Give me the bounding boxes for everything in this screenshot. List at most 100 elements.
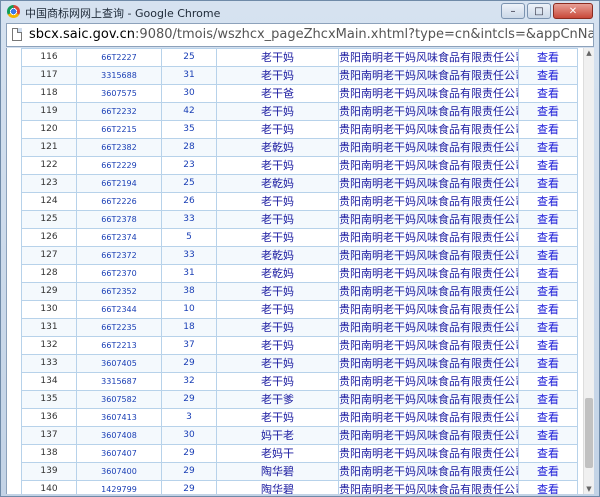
registration-number: 66T2213	[76, 336, 162, 355]
applicant-name: 贵阳南明老干妈风味食品有限责任公司	[338, 228, 519, 247]
table-row: 126 66T2374 5 老干妈 贵阳南明老干妈风味食品有限责任公司 查看	[21, 228, 578, 247]
view-link[interactable]: 查看	[518, 138, 578, 157]
view-link[interactable]: 查看	[518, 228, 578, 247]
view-link[interactable]: 查看	[518, 174, 578, 193]
view-link[interactable]: 查看	[518, 48, 578, 67]
row-number: 131	[21, 318, 77, 337]
applicant-name: 贵阳南明老干妈风味食品有限责任公司	[338, 336, 519, 355]
applicant-name: 贵阳南明老干妈风味食品有限责任公司	[338, 354, 519, 373]
applicant-name: 贵阳南明老干妈风味食品有限责任公司	[338, 426, 519, 445]
class-number: 29	[161, 390, 217, 409]
view-link[interactable]: 查看	[518, 336, 578, 355]
row-number: 123	[21, 174, 77, 193]
row-number: 130	[21, 300, 77, 319]
row-number: 139	[21, 462, 77, 481]
table-row: 129 66T2352 38 老干妈 贵阳南明老干妈风味食品有限责任公司 查看	[21, 282, 578, 301]
url-text[interactable]: sbcx.saic.gov.cn:9080/tmois/wszhcx_pageZ…	[29, 27, 593, 42]
registration-number: 3315688	[76, 66, 162, 85]
view-link[interactable]: 查看	[518, 426, 578, 445]
view-link[interactable]: 查看	[518, 264, 578, 283]
view-link[interactable]: 查看	[518, 102, 578, 121]
class-number: 35	[161, 120, 217, 139]
row-number: 124	[21, 192, 77, 211]
url-path: :9080/tmois/wszhcx_pageZhcxMain.xhtml?ty…	[135, 27, 593, 42]
table-row: 121 66T2382 28 老乾妈 贵阳南明老干妈风味食品有限责任公司 查看	[21, 138, 578, 157]
trademark-name: 老乾妈	[216, 138, 339, 157]
trademark-name: 老干妈	[216, 318, 339, 337]
trademark-name: 老干妈	[216, 156, 339, 175]
maximize-button[interactable]: □	[527, 3, 551, 19]
class-number: 29	[161, 354, 217, 373]
view-link[interactable]: 查看	[518, 318, 578, 337]
table-row: 127 66T2372 33 老乾妈 贵阳南明老干妈风味食品有限责任公司 查看	[21, 246, 578, 265]
registration-number: 66T2229	[76, 156, 162, 175]
scroll-down-icon[interactable]: ▼	[584, 484, 594, 494]
applicant-name: 贵阳南明老干妈风味食品有限责任公司	[338, 264, 519, 283]
table-row: 116 66T2227 25 老干妈 贵阳南明老干妈风味食品有限责任公司 查看	[21, 48, 578, 67]
class-number: 29	[161, 480, 217, 494]
class-number: 25	[161, 174, 217, 193]
row-number: 125	[21, 210, 77, 229]
applicant-name: 贵阳南明老干妈风味食品有限责任公司	[338, 156, 519, 175]
minimize-button[interactable]: –	[501, 3, 525, 19]
row-number: 136	[21, 408, 77, 427]
applicant-name: 贵阳南明老干妈风味食品有限责任公司	[338, 210, 519, 229]
view-link[interactable]: 查看	[518, 246, 578, 265]
table-row: 119 66T2232 42 老干妈 贵阳南明老干妈风味食品有限责任公司 查看	[21, 102, 578, 121]
view-link[interactable]: 查看	[518, 120, 578, 139]
trademark-name: 老干妈	[216, 102, 339, 121]
view-link[interactable]: 查看	[518, 66, 578, 85]
registration-number: 66T2235	[76, 318, 162, 337]
view-link[interactable]: 查看	[518, 300, 578, 319]
view-link[interactable]: 查看	[518, 480, 578, 494]
row-number: 140	[21, 480, 77, 494]
scroll-up-icon[interactable]: ▲	[584, 48, 594, 58]
trademark-name: 老干妈	[216, 210, 339, 229]
row-number: 120	[21, 120, 77, 139]
registration-number: 66T2194	[76, 174, 162, 193]
view-link[interactable]: 查看	[518, 390, 578, 409]
table-row: 128 66T2370 31 老乾妈 贵阳南明老干妈风味食品有限责任公司 查看	[21, 264, 578, 283]
row-number: 118	[21, 84, 77, 103]
trademark-name: 老干妈	[216, 372, 339, 391]
view-link[interactable]: 查看	[518, 408, 578, 427]
address-bar[interactable]: sbcx.saic.gov.cn:9080/tmois/wszhcx_pageZ…	[6, 23, 594, 47]
trademark-name: 老干妈	[216, 354, 339, 373]
applicant-name: 贵阳南明老干妈风味食品有限责任公司	[338, 66, 519, 85]
row-number: 137	[21, 426, 77, 445]
class-number: 29	[161, 462, 217, 481]
view-link[interactable]: 查看	[518, 84, 578, 103]
class-number: 25	[161, 48, 217, 67]
trademark-name: 老干妈	[216, 282, 339, 301]
class-number: 32	[161, 372, 217, 391]
view-link[interactable]: 查看	[518, 192, 578, 211]
view-link[interactable]: 查看	[518, 282, 578, 301]
class-number: 31	[161, 66, 217, 85]
view-link[interactable]: 查看	[518, 462, 578, 481]
table-row: 138 3607407 29 老妈干 贵阳南明老干妈风味食品有限责任公司 查看	[21, 444, 578, 463]
row-number: 132	[21, 336, 77, 355]
chrome-logo-icon	[7, 5, 20, 18]
view-link[interactable]: 查看	[518, 156, 578, 175]
applicant-name: 贵阳南明老干妈风味食品有限责任公司	[338, 192, 519, 211]
registration-number: 3607405	[76, 354, 162, 373]
class-number: 38	[161, 282, 217, 301]
close-button[interactable]: ✕	[553, 3, 593, 19]
trademark-name: 老乾妈	[216, 174, 339, 193]
view-link[interactable]: 查看	[518, 354, 578, 373]
vertical-scrollbar[interactable]: ▲ ▼	[583, 48, 594, 494]
scroll-thumb[interactable]	[585, 398, 593, 468]
trademark-name: 老干爸	[216, 84, 339, 103]
view-link[interactable]: 查看	[518, 444, 578, 463]
applicant-name: 贵阳南明老干妈风味食品有限责任公司	[338, 480, 519, 494]
view-link[interactable]: 查看	[518, 210, 578, 229]
table-row: 123 66T2194 25 老乾妈 贵阳南明老干妈风味食品有限责任公司 查看	[21, 174, 578, 193]
class-number: 26	[161, 192, 217, 211]
class-number: 30	[161, 84, 217, 103]
view-link[interactable]: 查看	[518, 372, 578, 391]
registration-number: 66T2344	[76, 300, 162, 319]
row-number: 138	[21, 444, 77, 463]
applicant-name: 贵阳南明老干妈风味食品有限责任公司	[338, 120, 519, 139]
registration-number: 66T2374	[76, 228, 162, 247]
applicant-name: 贵阳南明老干妈风味食品有限责任公司	[338, 300, 519, 319]
